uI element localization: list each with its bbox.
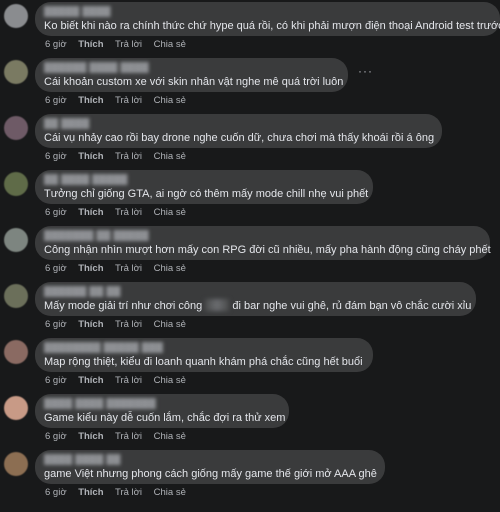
like-button[interactable]: Thích bbox=[78, 151, 103, 162]
author-name-redacted[interactable]: ██████ ████ ████ bbox=[44, 62, 338, 74]
author-name-redacted[interactable]: ██████ ██ ██ bbox=[44, 286, 466, 298]
author-name-redacted[interactable]: ████████ █████ ███ bbox=[44, 342, 363, 354]
timestamp[interactable]: 6 giờ bbox=[45, 487, 67, 498]
author-name-redacted[interactable]: ███████ ██ █████ bbox=[44, 230, 480, 242]
avatar[interactable] bbox=[4, 228, 28, 252]
share-button[interactable]: Chia sẻ bbox=[154, 151, 186, 162]
comment: ██ ████ Cái vụ nhảy cao rồi bay drone ng… bbox=[0, 114, 500, 170]
reply-button[interactable]: Trả lời bbox=[115, 95, 142, 106]
comment-actions: 6 giờ Thích Trả lời Chia sẻ bbox=[45, 39, 195, 51]
comment-bubble: ████████ █████ ███ Map rộng thiệt, kiểu … bbox=[35, 338, 373, 372]
author-name-redacted[interactable]: █████ ████ bbox=[44, 6, 490, 18]
comment: ███████ ██ █████ Công nhận nhìn mượt hơn… bbox=[0, 226, 500, 282]
comment-text: Tưởng chỉ giống GTA, ai ngờ có thêm mấy … bbox=[44, 188, 369, 200]
comment-actions: 6 giờ Thích Trả lời Chia sẻ bbox=[45, 431, 195, 443]
timestamp[interactable]: 6 giờ bbox=[45, 263, 67, 274]
share-button[interactable]: Chia sẻ bbox=[154, 375, 186, 386]
comment-bubble: ██ ████ Cái vụ nhảy cao rồi bay drone ng… bbox=[35, 114, 442, 148]
comment-bubble: ██████ ████ ████ Cái khoản custom xe với… bbox=[35, 58, 348, 92]
reply-button[interactable]: Trả lời bbox=[115, 487, 142, 498]
comment-text-part: Mấy mode giải trí như chơi công bbox=[44, 300, 206, 312]
comment-bubble: ████ ████ ██ game Việt nhưng phong cách … bbox=[35, 450, 385, 484]
comment-actions: 6 giờ Thích Trả lời Chia sẻ bbox=[45, 95, 195, 107]
like-button[interactable]: Thích bbox=[78, 263, 103, 274]
comment-actions: 6 giờ Thích Trả lời Chia sẻ bbox=[45, 151, 195, 163]
comment: █████ ████ Ko biết khi nào ra chính thức… bbox=[0, 2, 500, 58]
share-button[interactable]: Chia sẻ bbox=[154, 207, 186, 218]
timestamp[interactable]: 6 giờ bbox=[45, 431, 67, 442]
comment-text: Map rộng thiệt, kiểu đi loanh quanh khám… bbox=[44, 356, 363, 368]
comment: ██████ ██ ██ Mấy mode giải trí như chơi … bbox=[0, 282, 500, 338]
author-name-redacted[interactable]: ████ ████ ███████ bbox=[44, 398, 279, 410]
comment-actions: 6 giờ Thích Trả lời Chia sẻ bbox=[45, 319, 195, 331]
comment: ██ ████ █████ Tưởng chỉ giống GTA, ai ng… bbox=[0, 170, 500, 226]
comment-bubble: ██████ ██ ██ Mấy mode giải trí như chơi … bbox=[35, 282, 476, 316]
share-button[interactable]: Chia sẻ bbox=[154, 431, 186, 442]
reply-button[interactable]: Trả lời bbox=[115, 431, 142, 442]
reply-button[interactable]: Trả lời bbox=[115, 207, 142, 218]
share-button[interactable]: Chia sẻ bbox=[154, 319, 186, 330]
comment-actions: 6 giờ Thích Trả lời Chia sẻ bbox=[45, 263, 195, 275]
avatar[interactable] bbox=[4, 60, 28, 84]
comment-text-part: đi bar nghe vui ghê, rủ đám bạn vô chắc … bbox=[229, 300, 472, 312]
timestamp[interactable]: 6 giờ bbox=[45, 151, 67, 162]
comment-text: Cái vụ nhảy cao rồi bay drone nghe cuốn … bbox=[44, 132, 435, 144]
reply-button[interactable]: Trả lời bbox=[115, 375, 142, 386]
comment-bubble: ███████ ██ █████ Công nhận nhìn mượt hơn… bbox=[35, 226, 491, 260]
reply-button[interactable]: Trả lời bbox=[115, 263, 142, 274]
comment: ██████ ████ ████ Cái khoản custom xe với… bbox=[0, 58, 500, 114]
comment-actions: 6 giờ Thích Trả lời Chia sẻ bbox=[45, 487, 195, 499]
comment: ████ ████ ██ game Việt nhưng phong cách … bbox=[0, 450, 500, 506]
like-button[interactable]: Thích bbox=[78, 207, 103, 218]
reply-button[interactable]: Trả lời bbox=[115, 151, 142, 162]
avatar[interactable] bbox=[4, 452, 28, 476]
redacted-word bbox=[205, 299, 230, 311]
avatar[interactable] bbox=[4, 4, 28, 28]
comment-text: Cái khoản custom xe với skin nhân vật ng… bbox=[44, 76, 344, 88]
share-button[interactable]: Chia sẻ bbox=[154, 263, 186, 274]
comment-text: game Việt nhưng phong cách giống mấy gam… bbox=[44, 468, 377, 480]
timestamp[interactable]: 6 giờ bbox=[45, 39, 67, 50]
comment-bubble: ██ ████ █████ Tưởng chỉ giống GTA, ai ng… bbox=[35, 170, 373, 204]
share-button[interactable]: Chia sẻ bbox=[154, 487, 186, 498]
comment: ████████ █████ ███ Map rộng thiệt, kiểu … bbox=[0, 338, 500, 394]
comment-text: Công nhận nhìn mượt hơn mấy con RPG đời … bbox=[44, 244, 491, 256]
comment-list: █████ ████ Ko biết khi nào ra chính thức… bbox=[0, 0, 500, 512]
timestamp[interactable]: 6 giờ bbox=[45, 375, 67, 386]
comment-text: Game kiểu này dễ cuốn lắm, chắc đợi ra t… bbox=[44, 412, 286, 424]
like-button[interactable]: Thích bbox=[78, 431, 103, 442]
avatar[interactable] bbox=[4, 396, 28, 420]
reply-button[interactable]: Trả lời bbox=[115, 319, 142, 330]
author-name-redacted[interactable]: ████ ████ ██ bbox=[44, 454, 375, 466]
comment-text: Ko biết khi nào ra chính thức chứ hype q… bbox=[44, 20, 500, 32]
like-button[interactable]: Thích bbox=[78, 39, 103, 50]
share-button[interactable]: Chia sẻ bbox=[154, 39, 186, 50]
author-name-redacted[interactable]: ██ ████ █████ bbox=[44, 174, 363, 186]
comment-text: Mấy mode giải trí như chơi công đi bar n… bbox=[44, 299, 471, 313]
more-options-icon[interactable]: ··· bbox=[358, 64, 373, 78]
avatar[interactable] bbox=[4, 116, 28, 140]
reply-button[interactable]: Trả lời bbox=[115, 39, 142, 50]
avatar[interactable] bbox=[4, 284, 28, 308]
like-button[interactable]: Thích bbox=[78, 319, 103, 330]
comment: ████ ████ ███████ Game kiểu này dễ cuốn … bbox=[0, 394, 500, 450]
timestamp[interactable]: 6 giờ bbox=[45, 319, 67, 330]
author-name-redacted[interactable]: ██ ████ bbox=[44, 118, 432, 130]
like-button[interactable]: Thích bbox=[78, 95, 103, 106]
comment-actions: 6 giờ Thích Trả lời Chia sẻ bbox=[45, 207, 195, 219]
timestamp[interactable]: 6 giờ bbox=[45, 207, 67, 218]
avatar[interactable] bbox=[4, 340, 28, 364]
comment-actions: 6 giờ Thích Trả lời Chia sẻ bbox=[45, 375, 195, 387]
avatar[interactable] bbox=[4, 172, 28, 196]
timestamp[interactable]: 6 giờ bbox=[45, 95, 67, 106]
like-button[interactable]: Thích bbox=[78, 375, 103, 386]
comment-bubble: ████ ████ ███████ Game kiểu này dễ cuốn … bbox=[35, 394, 289, 428]
like-button[interactable]: Thích bbox=[78, 487, 103, 498]
share-button[interactable]: Chia sẻ bbox=[154, 95, 186, 106]
comment-bubble: █████ ████ Ko biết khi nào ra chính thức… bbox=[35, 2, 500, 36]
